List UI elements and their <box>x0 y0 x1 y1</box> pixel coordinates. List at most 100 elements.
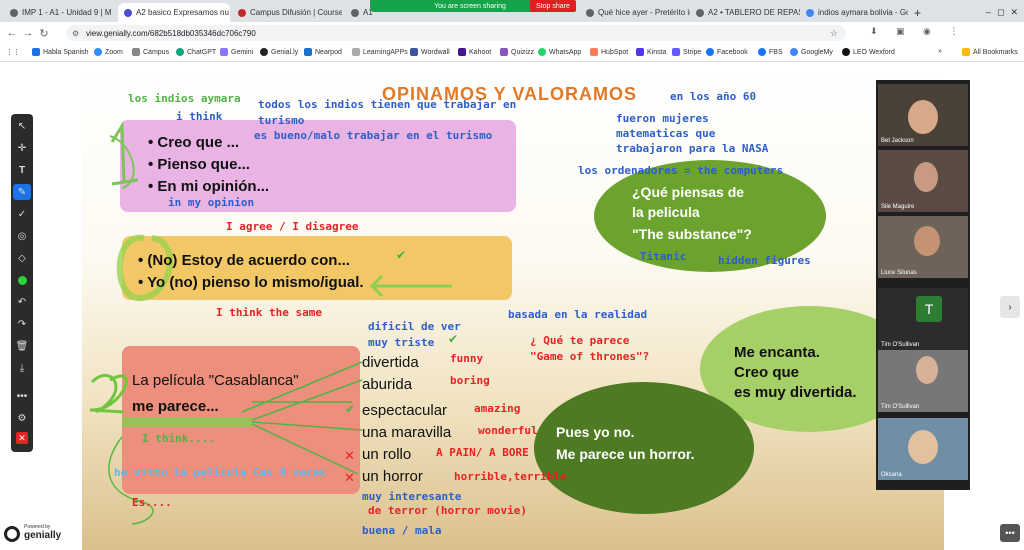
participant-tile[interactable]: Sile Maguire <box>878 150 968 212</box>
tab-1[interactable]: IMP 1 - A1 - Unidad 9 | M <box>4 3 116 22</box>
note-es: Es.... <box>132 496 172 509</box>
bubble-dark-line2: Me parece un horror. <box>556 446 695 462</box>
pen-icon[interactable]: ✎ <box>13 184 31 200</box>
number-two-drawing <box>89 374 128 414</box>
bookmark-gemini[interactable]: Gemini <box>220 48 253 56</box>
genially-slide: OPINAMOS Y VALORAMOS • Creo que ... • Pi… <box>82 62 944 550</box>
bookmark-fbs[interactable]: FBS <box>758 48 783 56</box>
tab-6[interactable]: A2 • TABLERO DE REPASO <box>690 3 800 22</box>
note-los-indios: los indios aymara <box>128 92 241 105</box>
bookmark-habla[interactable]: Habla Spanish <box>32 48 89 56</box>
back-icon[interactable]: ← <box>4 25 20 41</box>
participant-tile[interactable]: Bet Jackson <box>878 84 968 146</box>
note-terror: de terror (horror movie) <box>368 504 527 517</box>
forward-icon[interactable]: → <box>20 25 36 41</box>
note-titanic: Titanic <box>640 250 687 263</box>
note-funny: funny <box>450 352 484 365</box>
apps-icon[interactable]: ⋮⋮ <box>6 48 20 56</box>
url-input[interactable]: ⚙ view.genially.com/682b518db035346dc706… <box>66 25 846 41</box>
close-toolbar-icon[interactable]: ✕ <box>11 430 33 446</box>
phrase-estoy-de-acuerdo: • (No) Estoy de acuerdo con... <box>138 252 350 269</box>
tab-7-label: indios aymara bolivia - Go <box>818 8 908 17</box>
new-tab-button[interactable]: + <box>908 3 926 22</box>
browser-actions[interactable]: ⬇ ▣ ◉ ⋮ <box>870 26 1020 40</box>
bookmark-genially[interactable]: Genial.ly <box>260 48 298 56</box>
undo-icon[interactable]: ↶ <box>11 294 33 310</box>
tab-2[interactable]: A2 basico Expresamos nu✕ <box>118 3 230 22</box>
note-turismo: turismo <box>258 114 305 127</box>
bubble-encanta-line2: Creo que <box>734 364 800 381</box>
bubble-encanta-line3: es muy divertida. <box>734 384 857 401</box>
checkmark-icon: ✔ <box>345 402 356 416</box>
bookmark-learningapps[interactable]: LearningAPPs <box>352 48 408 56</box>
bookmark-nearpod[interactable]: Nearpod <box>304 48 342 56</box>
participant-avatar: T <box>916 296 942 322</box>
phrase-en-mi-opinion: • En mi opinión... <box>148 178 270 195</box>
bookmark-zoom[interactable]: Zoom <box>94 48 123 56</box>
tab-favicon-icon <box>351 8 359 17</box>
bubble-question-line3: "The substance"? <box>632 226 752 242</box>
bookmark-whatsapp[interactable]: WhatsApp <box>538 48 581 56</box>
bookmark-kahoot[interactable]: Kahoot <box>458 48 491 56</box>
participant-name: Sile Maguire <box>881 204 915 210</box>
all-bookmarks[interactable]: All Bookmarks <box>962 48 1018 56</box>
participant-tile[interactable]: Lluce Silunas <box>878 216 968 278</box>
tab-favicon-icon <box>696 8 704 17</box>
note-i-think: i think <box>176 110 223 123</box>
redo-icon[interactable]: ↷ <box>11 316 33 332</box>
eraser-icon[interactable]: ◇ <box>11 250 33 266</box>
bookmark-stripe[interactable]: Stripe <box>672 48 701 56</box>
note-i-think-2: I think.... <box>142 432 215 445</box>
site-info-icon[interactable]: ⚙ <box>72 29 79 38</box>
bookmark-googlemy[interactable]: GoogleMy <box>790 48 833 56</box>
more-icon[interactable]: ••• <box>11 388 33 404</box>
settings-icon[interactable]: ⚙ <box>11 410 33 426</box>
tab-3-label: Campus Difusión | Course <box>250 8 342 17</box>
stop-share-button[interactable]: Stop share <box>530 0 576 12</box>
bookmark-leo[interactable]: LEO Wexford <box>842 48 895 56</box>
bubble-dark-line1: Pues yo no. <box>556 424 635 440</box>
window-controls[interactable]: –◻✕ <box>980 3 1020 22</box>
participant-name: Bet Jackson <box>881 138 914 144</box>
next-arrow-icon[interactable]: › <box>1000 296 1020 318</box>
video-participants-panel: Bet Jackson Sile Maguire Lluce Silunas T… <box>876 80 970 490</box>
bookmark-hubspot[interactable]: HubSpot <box>590 48 628 56</box>
participant-face <box>914 162 938 192</box>
note-buena-mala: buena / mala <box>362 524 442 537</box>
color-picker-icon[interactable] <box>11 272 33 288</box>
pointer-icon[interactable]: ↖ <box>11 118 33 134</box>
genially-logo[interactable]: Powered by genially <box>4 522 68 546</box>
participant-tile[interactable]: Oksana <box>878 418 968 480</box>
text-icon[interactable]: T <box>11 162 33 178</box>
participant-tile[interactable]: Tim O'Sullivan <box>878 350 968 412</box>
check-stamp-icon[interactable]: ✓ <box>11 206 33 222</box>
save-icon[interactable]: ⤓ <box>11 360 33 376</box>
more-bookmarks-icon[interactable]: » <box>938 48 942 55</box>
tab-7[interactable]: indios aymara bolivia - Go <box>800 3 908 22</box>
note-amazing: amazing <box>474 402 521 415</box>
green-arrow <box>369 274 452 298</box>
participant-tile[interactable]: T Tim O'Sullivan <box>878 288 968 350</box>
tab-favicon-icon <box>124 8 132 17</box>
google-icon <box>806 8 814 17</box>
more-options-icon[interactable]: ••• <box>1000 524 1020 542</box>
spotlight-icon[interactable]: ◎ <box>11 228 33 244</box>
bookmark-wordwall[interactable]: Wordwall <box>410 48 450 56</box>
bookmark-chatgpt[interactable]: ChatGPT <box>176 48 216 56</box>
note-wonderful: wonderful <box>478 424 538 437</box>
bookmark-star-icon[interactable]: ☆ <box>830 28 838 39</box>
note-he-visto: he visto la pelicula Cas 8 veces <box>114 466 326 479</box>
bookmark-campus[interactable]: Campus <box>132 48 169 56</box>
note-fueron: fueron mujeres <box>616 112 709 125</box>
move-icon[interactable]: ✛ <box>11 140 33 156</box>
bookmark-kinsta[interactable]: Kinsta <box>636 48 666 56</box>
genially-mark-icon <box>4 526 20 542</box>
tab-5[interactable]: Qué hice ayer - Pretérito in <box>580 3 690 22</box>
genially-brand: genially <box>24 530 62 541</box>
bookmark-facebook[interactable]: Facebook <box>706 48 748 56</box>
close-tab-icon[interactable]: ✕ <box>229 8 230 17</box>
tab-3[interactable]: Campus Difusión | Course <box>232 3 342 22</box>
trash-icon[interactable]: 🗑 <box>11 338 33 354</box>
reload-icon[interactable]: ↻ <box>36 25 52 41</box>
bookmark-quizizz[interactable]: Quizizz <box>500 48 534 56</box>
